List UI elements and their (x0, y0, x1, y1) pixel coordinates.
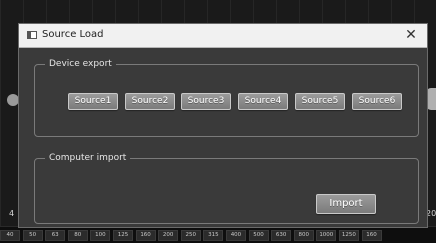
frequency-ruler: 40 50 63 80 100 125 160 200 250 315 400 … (0, 226, 436, 243)
ruler-tick: 250 (180, 229, 201, 241)
source6-button[interactable]: Source6 (352, 93, 402, 110)
dialog-title: Source Load (42, 29, 104, 40)
window-icon (27, 31, 37, 39)
device-export-group: Device export Source1 Source2 Source3 So… (34, 58, 419, 137)
ruler-tick: 63 (45, 229, 66, 241)
background-left-label: 4 (9, 209, 15, 218)
source5-button[interactable]: Source5 (295, 93, 345, 110)
source-load-dialog: Source Load ✕ Device export Source1 Sour… (18, 23, 428, 228)
ruler-tick: 80 (67, 229, 88, 241)
source4-button[interactable]: Source4 (238, 93, 288, 110)
source1-button[interactable]: Source1 (68, 93, 118, 110)
source2-button[interactable]: Source2 (125, 93, 175, 110)
computer-import-group: Computer import Import (34, 152, 419, 224)
computer-import-legend: Computer import (45, 152, 131, 164)
ruler-tick: 1000 (316, 229, 337, 241)
ruler-tick: 160 (361, 229, 382, 241)
ruler-tick: 100 (90, 229, 111, 241)
ruler-tick: 200 (158, 229, 179, 241)
dialog-titlebar[interactable]: Source Load ✕ (19, 24, 427, 48)
device-export-legend: Device export (45, 58, 116, 70)
ruler-tick: 1250 (338, 229, 359, 241)
ruler-tick: 125 (112, 229, 133, 241)
ruler-tick: 160 (135, 229, 156, 241)
source3-button[interactable]: Source3 (181, 93, 231, 110)
close-icon[interactable]: ✕ (403, 27, 419, 43)
import-button[interactable]: Import (316, 194, 376, 214)
ruler-tick: 500 (248, 229, 269, 241)
ruler-tick: 630 (271, 229, 292, 241)
ruler-tick: 50 (22, 229, 43, 241)
ruler-tick: 800 (293, 229, 314, 241)
ruler-tick: 315 (203, 229, 224, 241)
ruler-tick: 400 (225, 229, 246, 241)
ruler-tick: 40 (0, 229, 20, 241)
